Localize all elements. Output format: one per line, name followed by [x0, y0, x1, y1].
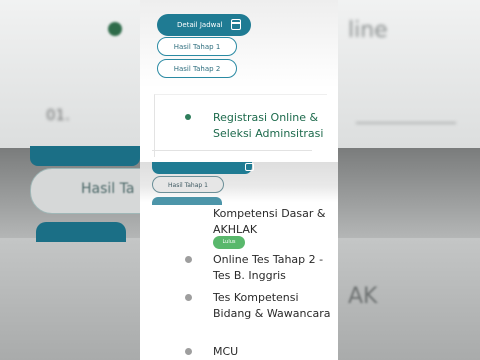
blurred-akhlak: AK — [348, 284, 378, 309]
background-left: 01. Hasil Ta — [0, 0, 140, 360]
background-left-top — [0, 0, 140, 148]
overlay-teal-strip — [152, 197, 222, 205]
detail-jadwal-button[interactable]: Detail Jadwal — [157, 14, 251, 36]
background-right-middle — [338, 148, 480, 238]
bullet-icon — [185, 294, 192, 301]
hasil-tahap-2-label: Hasil Tahap 2 — [173, 65, 221, 73]
blurred-date: 01. — [46, 106, 70, 124]
blurred-teal-button — [30, 146, 140, 166]
background-left-bottom — [0, 238, 140, 360]
hasil-tahap-1-button[interactable]: Hasil Tahap 1 — [157, 37, 237, 56]
step-registrasi: Registrasi Online & Seleksi Adminsitrasi — [213, 111, 324, 140]
status-badge: Lulus — [213, 236, 245, 249]
hasil-tahap-1-label: Hasil Tahap 1 — [173, 43, 221, 51]
overlay-hasil-tahap-1-label: Hasil Tahap 1 — [168, 182, 208, 189]
blurred-heading: line — [348, 18, 388, 43]
calendar-icon — [245, 163, 254, 171]
step-tes-kompetensi-bidang: Tes Kompetensi Bidang & Wawancara — [213, 291, 331, 320]
step-mcu: MCU — [213, 345, 239, 358]
detail-jadwal-label: Detail Jadwal — [177, 21, 223, 29]
step-online-tes-tahap-2: Online Tes Tahap 2 - Tes B. Inggris — [213, 253, 324, 282]
blurred-bullet — [108, 22, 122, 36]
blurred-teal-button-2 — [36, 222, 126, 242]
hasil-tahap-2-button[interactable]: Hasil Tahap 2 — [157, 59, 237, 78]
background-right: line AK — [338, 0, 480, 360]
bullet-icon — [185, 348, 192, 355]
overlay-detail-jadwal-button — [152, 162, 252, 174]
bullet-icon — [185, 256, 192, 263]
step-kompetensi-dasar: Kompetensi Dasar & AKHLAK — [213, 207, 326, 236]
timeline-divider — [152, 150, 312, 151]
blurred-hasil-button: Hasil Ta — [30, 168, 140, 214]
overlay-hasil-tahap-1-button: Hasil Tahap 1 — [152, 176, 224, 193]
bullet-icon — [185, 114, 191, 120]
blurred-hasil-label: Hasil Ta — [81, 181, 135, 197]
phone-screen: Detail Jadwal Hasil Tahap 1 Hasil Tahap … — [140, 0, 338, 360]
blurred-divider — [356, 102, 456, 124]
calendar-icon — [231, 19, 241, 30]
